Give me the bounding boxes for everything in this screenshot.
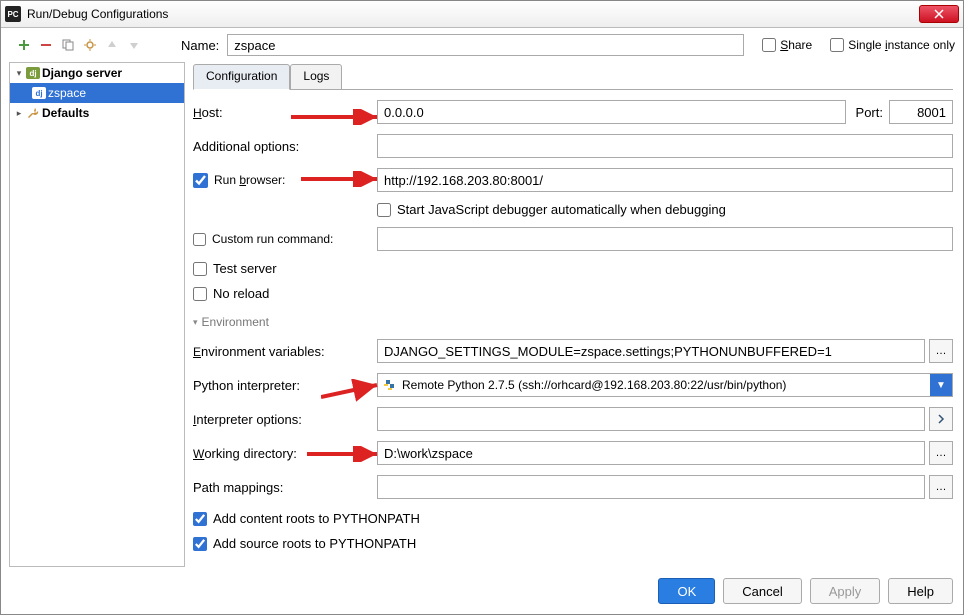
tree-django-label: Django server <box>42 66 122 80</box>
name-label: Name: <box>181 38 219 53</box>
addl-options-label: Additional options: <box>193 139 377 154</box>
port-label: Port: <box>856 105 883 120</box>
down-icon[interactable] <box>125 36 143 54</box>
help-button[interactable]: Help <box>888 578 953 604</box>
start-js-label: Start JavaScript debugger automatically … <box>397 202 726 217</box>
start-js-checkbox[interactable] <box>377 203 391 217</box>
run-browser-checkbox[interactable] <box>193 173 208 188</box>
tree-zspace[interactable]: dj zspace <box>10 83 184 103</box>
apply-button[interactable]: Apply <box>810 578 881 604</box>
python-icon <box>382 378 396 392</box>
share-checkbox[interactable] <box>762 38 776 52</box>
up-icon[interactable] <box>103 36 121 54</box>
env-vars-browse-button[interactable]: … <box>929 339 953 363</box>
add-source-checkbox[interactable] <box>193 537 207 551</box>
test-server-checkbox[interactable] <box>193 262 207 276</box>
test-server-label: Test server <box>213 261 277 276</box>
workdir-label: Working directory: <box>193 446 377 461</box>
copy-icon[interactable] <box>59 36 77 54</box>
host-label: HHost:ost: <box>193 105 377 120</box>
path-map-browse-button[interactable]: … <box>929 475 953 499</box>
custom-run-label: Custom run command: <box>212 232 333 246</box>
addl-options-input[interactable] <box>377 134 953 158</box>
add-icon[interactable] <box>15 36 33 54</box>
config-tree[interactable]: ▾ dj Django server dj zspace ▸ Defaults <box>9 62 185 567</box>
interpreter-value: Remote Python 2.7.5 (ssh://orhcard@192.1… <box>402 378 786 392</box>
path-map-label: Path mappings: <box>193 480 377 495</box>
custom-run-input[interactable] <box>377 227 953 251</box>
run-browser-input[interactable] <box>377 168 953 192</box>
tab-logs[interactable]: Logs <box>290 64 342 90</box>
window-title: Run/Debug Configurations <box>27 7 919 21</box>
collapse-icon[interactable]: ▾ <box>14 68 24 79</box>
no-reload-checkbox[interactable] <box>193 287 207 301</box>
share-checkbox-wrap[interactable]: Share <box>762 38 812 52</box>
add-source-label: Add source roots to PYTHONPATH <box>213 536 416 551</box>
interp-opts-expand-button[interactable] <box>929 407 953 431</box>
environment-label: Environment <box>202 315 269 329</box>
add-content-label: Add content roots to PYTHONPATH <box>213 511 420 526</box>
django-icon: dj <box>26 67 40 79</box>
app-logo-icon: PC <box>5 6 21 22</box>
workdir-input[interactable] <box>377 441 925 465</box>
expand-icon[interactable]: ▸ <box>14 108 24 119</box>
tab-configuration[interactable]: Configuration <box>193 64 290 90</box>
ok-button[interactable]: OK <box>658 578 715 604</box>
path-map-input[interactable] <box>377 475 925 499</box>
interp-opts-input[interactable] <box>377 407 925 431</box>
tree-defaults-label: Defaults <box>42 106 89 120</box>
tree-django-server[interactable]: ▾ dj Django server <box>10 63 184 83</box>
env-vars-input[interactable] <box>377 339 925 363</box>
run-browser-label: Run browser: <box>214 173 285 187</box>
wrench-icon <box>26 106 40 120</box>
remove-icon[interactable] <box>37 36 55 54</box>
environment-section[interactable]: ▾ Environment <box>193 315 953 329</box>
collapse-icon[interactable]: ▾ <box>193 317 198 328</box>
settings-icon[interactable] <box>81 36 99 54</box>
env-vars-label: Environment variables: <box>193 344 377 359</box>
interpreter-combo[interactable]: Remote Python 2.7.5 (ssh://orhcard@192.1… <box>377 373 953 397</box>
close-button[interactable] <box>919 5 959 23</box>
name-input[interactable] <box>227 34 744 56</box>
custom-run-checkbox[interactable] <box>193 233 206 246</box>
no-reload-label: No reload <box>213 286 269 301</box>
add-content-checkbox[interactable] <box>193 512 207 526</box>
dropdown-arrow-icon[interactable]: ▼ <box>930 374 952 396</box>
django-icon: dj <box>32 87 46 99</box>
tree-zspace-label: zspace <box>48 86 86 100</box>
port-input[interactable] <box>889 100 953 124</box>
single-instance-wrap[interactable]: Single instance only <box>830 38 955 52</box>
single-instance-label: Single instance only <box>848 38 955 52</box>
interp-opts-label: Interpreter options: <box>193 412 377 427</box>
workdir-browse-button[interactable]: … <box>929 441 953 465</box>
single-instance-checkbox[interactable] <box>830 38 844 52</box>
tree-defaults[interactable]: ▸ Defaults <box>10 103 184 123</box>
host-input[interactable] <box>377 100 846 124</box>
interpreter-label: Python interpreter: <box>193 378 377 393</box>
share-label: Share <box>780 38 812 52</box>
cancel-button[interactable]: Cancel <box>723 578 801 604</box>
